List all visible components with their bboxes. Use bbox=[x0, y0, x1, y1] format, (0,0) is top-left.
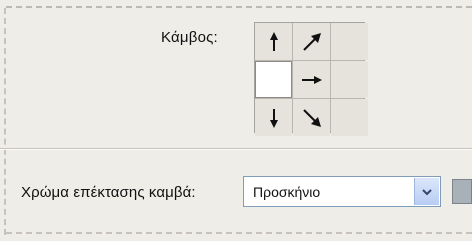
anchor-cell-middle-center[interactable] bbox=[293, 61, 330, 98]
anchor-cell-middle-left[interactable] bbox=[255, 61, 292, 98]
anchor-cell-bottom-center[interactable] bbox=[293, 99, 330, 136]
arrow-up-icon bbox=[269, 31, 278, 51]
extension-color-swatch[interactable] bbox=[452, 179, 472, 204]
extension-color-value: Προσκήνιο bbox=[253, 184, 321, 200]
arrow-down-right-icon bbox=[302, 108, 321, 127]
arrow-right-icon bbox=[301, 75, 322, 84]
anchor-cell-bottom-right[interactable] bbox=[331, 99, 368, 136]
anchor-grid bbox=[254, 22, 368, 136]
dropdown-button[interactable] bbox=[414, 178, 439, 205]
arrow-up-right-icon bbox=[302, 32, 321, 51]
extension-color-label: Χρώμα επέκτασης καμβά: bbox=[21, 184, 196, 201]
top-border bbox=[6, 6, 472, 8]
left-border bbox=[4, 8, 6, 235]
anchor-cell-top-left[interactable] bbox=[255, 23, 292, 60]
extension-color-select[interactable]: Προσκήνιο bbox=[243, 176, 441, 207]
arrow-down-icon bbox=[269, 108, 278, 128]
section-divider bbox=[0, 148, 472, 150]
anchor-label: Κάμβος: bbox=[161, 29, 218, 46]
anchor-cell-middle-right[interactable] bbox=[331, 61, 368, 98]
chevron-down-icon bbox=[422, 188, 432, 195]
anchor-cell-bottom-left[interactable] bbox=[255, 99, 292, 136]
bottom-border bbox=[6, 232, 472, 234]
anchor-cell-top-center[interactable] bbox=[293, 23, 330, 60]
anchor-cell-top-right[interactable] bbox=[331, 23, 368, 60]
